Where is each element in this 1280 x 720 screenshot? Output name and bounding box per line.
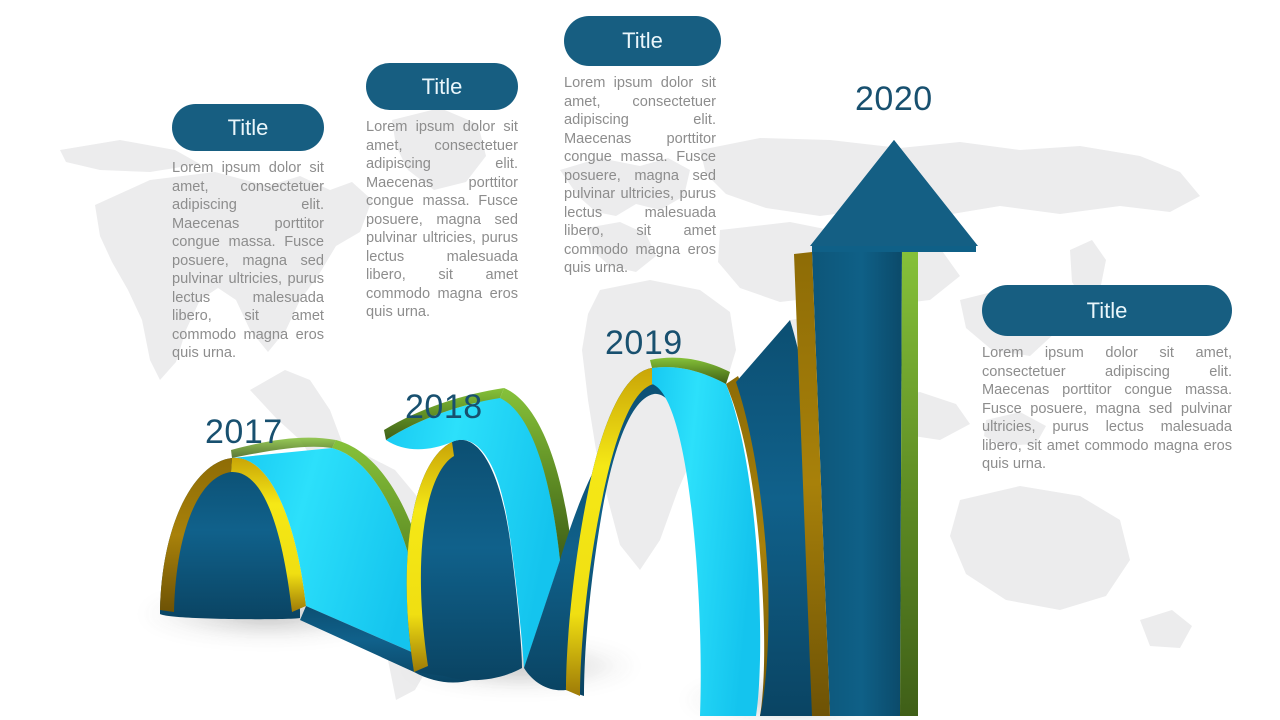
ribbon-arch-2-edge	[406, 442, 454, 672]
callout-block-3: Title Lorem ipsum dolor sit amet, consec…	[564, 16, 721, 278]
ribbon-inner-face-1-far-edge	[332, 440, 442, 660]
arrow-head-triangle	[810, 140, 978, 246]
ribbon-inner-face-3	[652, 366, 761, 716]
ribbon-shadow	[138, 588, 900, 720]
year-label-2017: 2017	[205, 413, 283, 451]
callout-1-title-text: Title	[227, 114, 269, 140]
year-label-2019: 2019	[605, 324, 683, 362]
ribbon-arch-3-right-outer	[736, 320, 824, 716]
callout-1-title-pill[interactable]: Title	[172, 104, 324, 151]
callout-1-body-text: Lorem ipsum dolor sit amet, consectetuer…	[172, 160, 324, 361]
arrow-shaft	[812, 246, 902, 716]
ribbon-arch-2-outer	[406, 439, 522, 681]
ribbon-inner-face-2	[452, 395, 560, 668]
ribbon-arch-1-edge-left	[160, 458, 232, 612]
callout-block-1: Title Lorem ipsum dolor sit amet, consec…	[172, 104, 324, 363]
ribbon-arch-1-edge	[231, 457, 306, 612]
ribbon-arch-1-outer	[160, 457, 300, 620]
callout-4-title-text: Title	[1086, 297, 1128, 323]
callout-3-title-text: Title	[622, 28, 663, 53]
ribbon-arch-3-outer	[566, 367, 694, 696]
callout-2-body-text: Lorem ipsum dolor sit amet, consectetuer…	[366, 119, 518, 320]
callout-4-body-text: Lorem ipsum dolor sit amet, consectetuer…	[982, 345, 1232, 472]
callout-4-title-pill[interactable]: Title	[982, 285, 1232, 336]
year-label-2018: 2018	[405, 388, 483, 426]
arrow-shaft-left-edge	[794, 252, 830, 716]
ribbon-arch-3-edge	[566, 368, 654, 696]
callout-block-4: Title Lorem ipsum dolor sit amet, consec…	[982, 285, 1232, 474]
callout-3-body-text: Lorem ipsum dolor sit amet, consectetuer…	[564, 75, 716, 276]
ribbon-inner-face-1	[232, 448, 430, 660]
slide-canvas: 2017 2018 2019 2020 Title Lorem ipsum do…	[0, 0, 1280, 720]
arrow-head	[812, 140, 976, 252]
callout-2-title-pill[interactable]: Title	[366, 63, 518, 110]
callout-3-title-pill[interactable]: Title	[564, 16, 721, 66]
callout-block-2: Title Lorem ipsum dolor sit amet, consec…	[366, 63, 518, 322]
year-label-2020: 2020	[855, 80, 933, 118]
ribbon-valley-1-outer	[300, 606, 492, 683]
ribbon-crest-2-right-edge	[500, 388, 572, 560]
arrow-shaft-right-edge	[900, 246, 918, 716]
callout-2-title-text: Title	[421, 73, 463, 99]
ribbon-arch-3-right-edge	[726, 376, 781, 716]
ribbon-valley-2-outer	[524, 440, 612, 691]
ribbon-crest-2	[386, 398, 560, 668]
